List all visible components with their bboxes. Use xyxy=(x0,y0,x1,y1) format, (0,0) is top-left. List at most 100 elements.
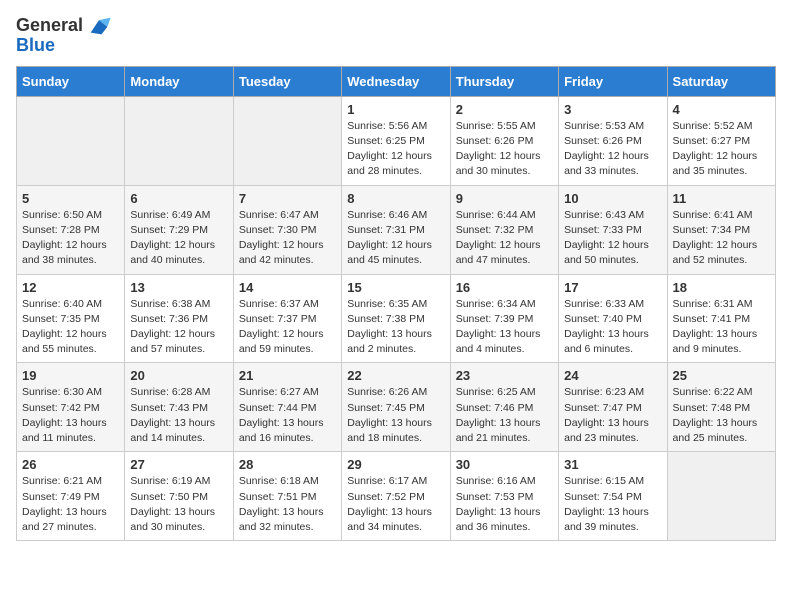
calendar-cell: 26 Sunrise: 6:21 AM Sunset: 7:49 PM Dayli… xyxy=(17,452,125,541)
day-info: Sunrise: 6:25 AM Sunset: 7:46 PM Dayligh… xyxy=(456,385,553,446)
calendar-cell: 5 Sunrise: 6:50 AM Sunset: 7:28 PM Daylig… xyxy=(17,185,125,274)
calendar-week-4: 19 Sunrise: 6:30 AM Sunset: 7:42 PM Dayli… xyxy=(17,363,776,452)
calendar-week-3: 12Sunrise: 6:40 AM Sunset: 7:35 PM Dayli… xyxy=(17,274,776,363)
calendar-cell: 20 Sunrise: 6:28 AM Sunset: 7:43 PM Dayli… xyxy=(125,363,233,452)
day-number: 27 xyxy=(130,457,227,472)
calendar-cell: 3Sunrise: 5:53 AM Sunset: 6:26 PM Daylig… xyxy=(559,96,667,185)
day-number: 8 xyxy=(347,191,444,206)
day-number: 9 xyxy=(456,191,553,206)
calendar-cell: 18 Sunrise: 6:31 AM Sunset: 7:41 PM Dayli… xyxy=(667,274,775,363)
day-info: Sunrise: 6:30 AM Sunset: 7:42 PM Dayligh… xyxy=(22,385,119,446)
calendar-cell: 25 Sunrise: 6:22 AM Sunset: 7:48 PM Dayli… xyxy=(667,363,775,452)
day-info: Sunrise: 6:16 AM Sunset: 7:53 PM Dayligh… xyxy=(456,474,553,535)
calendar-cell: 31 Sunrise: 6:15 AM Sunset: 7:54 PM Dayli… xyxy=(559,452,667,541)
day-info: Sunrise: 5:52 AM Sunset: 6:27 PM Dayligh… xyxy=(673,119,770,180)
calendar-cell: 13Sunrise: 6:38 AM Sunset: 7:36 PM Dayli… xyxy=(125,274,233,363)
day-info: Sunrise: 6:50 AM Sunset: 7:28 PM Dayligh… xyxy=(22,208,119,269)
day-number: 25 xyxy=(673,368,770,383)
day-info: Sunrise: 6:27 AM Sunset: 7:44 PM Dayligh… xyxy=(239,385,336,446)
day-info: Sunrise: 6:17 AM Sunset: 7:52 PM Dayligh… xyxy=(347,474,444,535)
calendar-cell: 12Sunrise: 6:40 AM Sunset: 7:35 PM Dayli… xyxy=(17,274,125,363)
day-number: 14 xyxy=(239,280,336,295)
logo-text-blue: Blue xyxy=(16,36,55,56)
day-header-friday: Friday xyxy=(559,66,667,96)
calendar-cell: 10 Sunrise: 6:43 AM Sunset: 7:33 PM Dayli… xyxy=(559,185,667,274)
day-number: 31 xyxy=(564,457,661,472)
day-info: Sunrise: 6:33 AM Sunset: 7:40 PM Dayligh… xyxy=(564,297,661,358)
days-of-week-row: SundayMondayTuesdayWednesdayThursdayFrid… xyxy=(17,66,776,96)
logo: General Blue xyxy=(16,16,112,56)
day-info: Sunrise: 6:15 AM Sunset: 7:54 PM Dayligh… xyxy=(564,474,661,535)
day-number: 19 xyxy=(22,368,119,383)
day-info: Sunrise: 6:40 AM Sunset: 7:35 PM Dayligh… xyxy=(22,297,119,358)
day-number: 17 xyxy=(564,280,661,295)
day-info: Sunrise: 6:35 AM Sunset: 7:38 PM Dayligh… xyxy=(347,297,444,358)
calendar-week-1: 1Sunrise: 5:56 AM Sunset: 6:25 PM Daylig… xyxy=(17,96,776,185)
day-info: Sunrise: 6:46 AM Sunset: 7:31 PM Dayligh… xyxy=(347,208,444,269)
day-number: 4 xyxy=(673,102,770,117)
day-number: 1 xyxy=(347,102,444,117)
calendar-cell: 1Sunrise: 5:56 AM Sunset: 6:25 PM Daylig… xyxy=(342,96,450,185)
calendar-cell: 4 Sunrise: 5:52 AM Sunset: 6:27 PM Daylig… xyxy=(667,96,775,185)
day-number: 16 xyxy=(456,280,553,295)
day-info: Sunrise: 6:18 AM Sunset: 7:51 PM Dayligh… xyxy=(239,474,336,535)
day-number: 13 xyxy=(130,280,227,295)
calendar-cell: 2 Sunrise: 5:55 AM Sunset: 6:26 PM Daylig… xyxy=(450,96,558,185)
day-info: Sunrise: 5:55 AM Sunset: 6:26 PM Dayligh… xyxy=(456,119,553,180)
day-info: Sunrise: 6:44 AM Sunset: 7:32 PM Dayligh… xyxy=(456,208,553,269)
day-info: Sunrise: 6:41 AM Sunset: 7:34 PM Dayligh… xyxy=(673,208,770,269)
day-number: 29 xyxy=(347,457,444,472)
calendar-cell: 17 Sunrise: 6:33 AM Sunset: 7:40 PM Dayli… xyxy=(559,274,667,363)
day-info: Sunrise: 6:28 AM Sunset: 7:43 PM Dayligh… xyxy=(130,385,227,446)
calendar-cell: 7 Sunrise: 6:47 AM Sunset: 7:30 PM Daylig… xyxy=(233,185,341,274)
calendar-cell: 21 Sunrise: 6:27 AM Sunset: 7:44 PM Dayli… xyxy=(233,363,341,452)
calendar-table: SundayMondayTuesdayWednesdayThursdayFrid… xyxy=(16,66,776,541)
logo-text-general: General xyxy=(16,16,83,36)
day-number: 28 xyxy=(239,457,336,472)
day-info: Sunrise: 6:43 AM Sunset: 7:33 PM Dayligh… xyxy=(564,208,661,269)
calendar-cell: 15Sunrise: 6:35 AM Sunset: 7:38 PM Dayli… xyxy=(342,274,450,363)
calendar-cell: 6 Sunrise: 6:49 AM Sunset: 7:29 PM Daylig… xyxy=(125,185,233,274)
calendar-cell: 16 Sunrise: 6:34 AM Sunset: 7:39 PM Dayli… xyxy=(450,274,558,363)
day-number: 5 xyxy=(22,191,119,206)
day-number: 7 xyxy=(239,191,336,206)
day-info: Sunrise: 6:34 AM Sunset: 7:39 PM Dayligh… xyxy=(456,297,553,358)
calendar-cell xyxy=(233,96,341,185)
calendar-cell xyxy=(17,96,125,185)
day-info: Sunrise: 6:26 AM Sunset: 7:45 PM Dayligh… xyxy=(347,385,444,446)
calendar-body: 1Sunrise: 5:56 AM Sunset: 6:25 PM Daylig… xyxy=(17,96,776,540)
day-info: Sunrise: 6:47 AM Sunset: 7:30 PM Dayligh… xyxy=(239,208,336,269)
calendar-week-5: 26 Sunrise: 6:21 AM Sunset: 7:49 PM Dayli… xyxy=(17,452,776,541)
day-number: 3 xyxy=(564,102,661,117)
day-number: 26 xyxy=(22,457,119,472)
calendar-cell: 29 Sunrise: 6:17 AM Sunset: 7:52 PM Dayli… xyxy=(342,452,450,541)
calendar-cell: 14Sunrise: 6:37 AM Sunset: 7:37 PM Dayli… xyxy=(233,274,341,363)
calendar-header: SundayMondayTuesdayWednesdayThursdayFrid… xyxy=(17,66,776,96)
calendar-cell: 28 Sunrise: 6:18 AM Sunset: 7:51 PM Dayli… xyxy=(233,452,341,541)
day-info: Sunrise: 6:31 AM Sunset: 7:41 PM Dayligh… xyxy=(673,297,770,358)
day-number: 20 xyxy=(130,368,227,383)
day-info: Sunrise: 6:21 AM Sunset: 7:49 PM Dayligh… xyxy=(22,474,119,535)
day-header-sunday: Sunday xyxy=(17,66,125,96)
day-number: 11 xyxy=(673,191,770,206)
day-number: 6 xyxy=(130,191,227,206)
page-header: General Blue xyxy=(16,16,776,56)
day-number: 10 xyxy=(564,191,661,206)
calendar-cell: 23Sunrise: 6:25 AM Sunset: 7:46 PM Dayli… xyxy=(450,363,558,452)
calendar-cell: 22Sunrise: 6:26 AM Sunset: 7:45 PM Dayli… xyxy=(342,363,450,452)
calendar-cell: 30Sunrise: 6:16 AM Sunset: 7:53 PM Dayli… xyxy=(450,452,558,541)
day-info: Sunrise: 6:22 AM Sunset: 7:48 PM Dayligh… xyxy=(673,385,770,446)
day-header-saturday: Saturday xyxy=(667,66,775,96)
day-info: Sunrise: 6:23 AM Sunset: 7:47 PM Dayligh… xyxy=(564,385,661,446)
day-number: 18 xyxy=(673,280,770,295)
calendar-cell xyxy=(667,452,775,541)
day-number: 21 xyxy=(239,368,336,383)
calendar-cell xyxy=(125,96,233,185)
day-info: Sunrise: 6:49 AM Sunset: 7:29 PM Dayligh… xyxy=(130,208,227,269)
day-number: 2 xyxy=(456,102,553,117)
logo-bird-icon xyxy=(86,16,112,36)
day-header-tuesday: Tuesday xyxy=(233,66,341,96)
calendar-cell: 27 Sunrise: 6:19 AM Sunset: 7:50 PM Dayli… xyxy=(125,452,233,541)
calendar-cell: 8 Sunrise: 6:46 AM Sunset: 7:31 PM Daylig… xyxy=(342,185,450,274)
day-info: Sunrise: 6:19 AM Sunset: 7:50 PM Dayligh… xyxy=(130,474,227,535)
